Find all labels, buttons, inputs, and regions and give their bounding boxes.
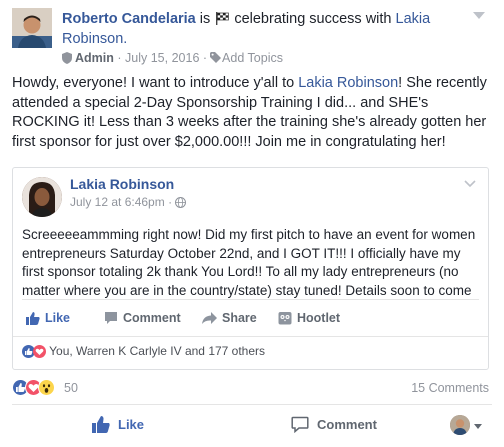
wow-reaction-icon bbox=[38, 379, 55, 396]
meta-separator: · bbox=[202, 51, 208, 65]
thumbs-up-icon bbox=[92, 416, 110, 433]
post-options-chevron-icon[interactable] bbox=[473, 12, 485, 19]
like-button[interactable]: Like bbox=[92, 412, 144, 438]
shared-author-avatar[interactable] bbox=[22, 177, 62, 217]
shared-author-name-link[interactable]: Lakia Robinson bbox=[70, 176, 174, 192]
hootlet-owl-icon bbox=[278, 312, 292, 325]
shared-like-label: Like bbox=[45, 311, 71, 325]
shield-icon bbox=[62, 52, 72, 64]
share-arrow-icon bbox=[202, 312, 217, 324]
shared-post-date-link[interactable]: July 12 at 6:46pm bbox=[70, 195, 165, 209]
comment-button[interactable]: Comment bbox=[291, 412, 377, 438]
post-body-part: Howdy, everyone! I want to introduce y'a… bbox=[12, 75, 299, 91]
shared-hootlet-button[interactable]: Hootlet bbox=[278, 308, 340, 328]
checkered-flag-icon bbox=[216, 12, 230, 25]
shared-share-label: Share bbox=[222, 311, 257, 325]
love-reaction-icon bbox=[33, 345, 46, 358]
thumbs-up-icon bbox=[26, 312, 40, 325]
meta-separator: · bbox=[117, 51, 122, 65]
facebook-post: Roberto Candelaria is celebrating succes… bbox=[0, 0, 504, 447]
shared-post-card: Lakia Robinson July 12 at 6:46pm · Scree… bbox=[12, 167, 489, 370]
reactions-summary[interactable]: 50 bbox=[12, 379, 78, 397]
post-body: Howdy, everyone! I want to introduce y'a… bbox=[12, 74, 496, 152]
tag-icon bbox=[210, 52, 222, 63]
shared-action-bar: Like Comment Share Hootlet bbox=[22, 308, 482, 328]
comments-count-link[interactable]: 15 Comments bbox=[411, 381, 489, 395]
post-action-bar: Like Comment bbox=[0, 412, 504, 438]
meta-separator: · bbox=[168, 195, 173, 209]
shared-share-button[interactable]: Share bbox=[202, 308, 257, 328]
comment-label: Comment bbox=[317, 417, 377, 432]
activity-text: celebrating success with bbox=[234, 11, 392, 27]
comment-icon bbox=[105, 312, 117, 324]
comment-icon bbox=[291, 416, 309, 433]
globe-icon bbox=[175, 197, 187, 208]
shared-comment-label: Comment bbox=[123, 311, 181, 325]
author-name-link[interactable]: Roberto Candelaria bbox=[62, 11, 196, 27]
admin-label: Admin bbox=[75, 51, 114, 65]
shared-reactions-text: You, Warren K Carlyle IV and 177 others bbox=[49, 344, 266, 358]
mention-link[interactable]: Lakia Robinson bbox=[298, 75, 398, 91]
reaction-count: 50 bbox=[64, 381, 78, 395]
shared-reactions-summary[interactable]: You, Warren K Carlyle IV and 177 others bbox=[22, 344, 265, 362]
post-meta: Admin · July 15, 2016 · Add Topics bbox=[62, 50, 283, 66]
divider bbox=[12, 404, 492, 405]
like-label: Like bbox=[118, 417, 145, 432]
shared-like-button[interactable]: Like bbox=[26, 308, 70, 328]
post-as-chevron-down-icon[interactable] bbox=[474, 424, 482, 429]
is-text: is bbox=[199, 11, 211, 27]
shared-hootlet-label: Hootlet bbox=[297, 311, 341, 325]
shared-post-text: Screeeeeammming right now! Did my first … bbox=[22, 227, 476, 298]
shared-comment-button[interactable]: Comment bbox=[104, 308, 181, 328]
shared-post-meta: July 12 at 6:46pm · bbox=[70, 195, 187, 209]
add-topics-link[interactable]: Add Topics bbox=[222, 51, 283, 65]
divider bbox=[13, 336, 488, 337]
post-as-avatar[interactable] bbox=[450, 415, 470, 435]
post-date-link[interactable]: July 15, 2016 bbox=[125, 51, 199, 65]
post-header: Roberto Candelaria is celebrating succes… bbox=[62, 9, 492, 49]
shared-options-chevron-icon[interactable] bbox=[464, 180, 476, 188]
divider bbox=[22, 299, 479, 300]
author-avatar[interactable] bbox=[12, 8, 52, 48]
